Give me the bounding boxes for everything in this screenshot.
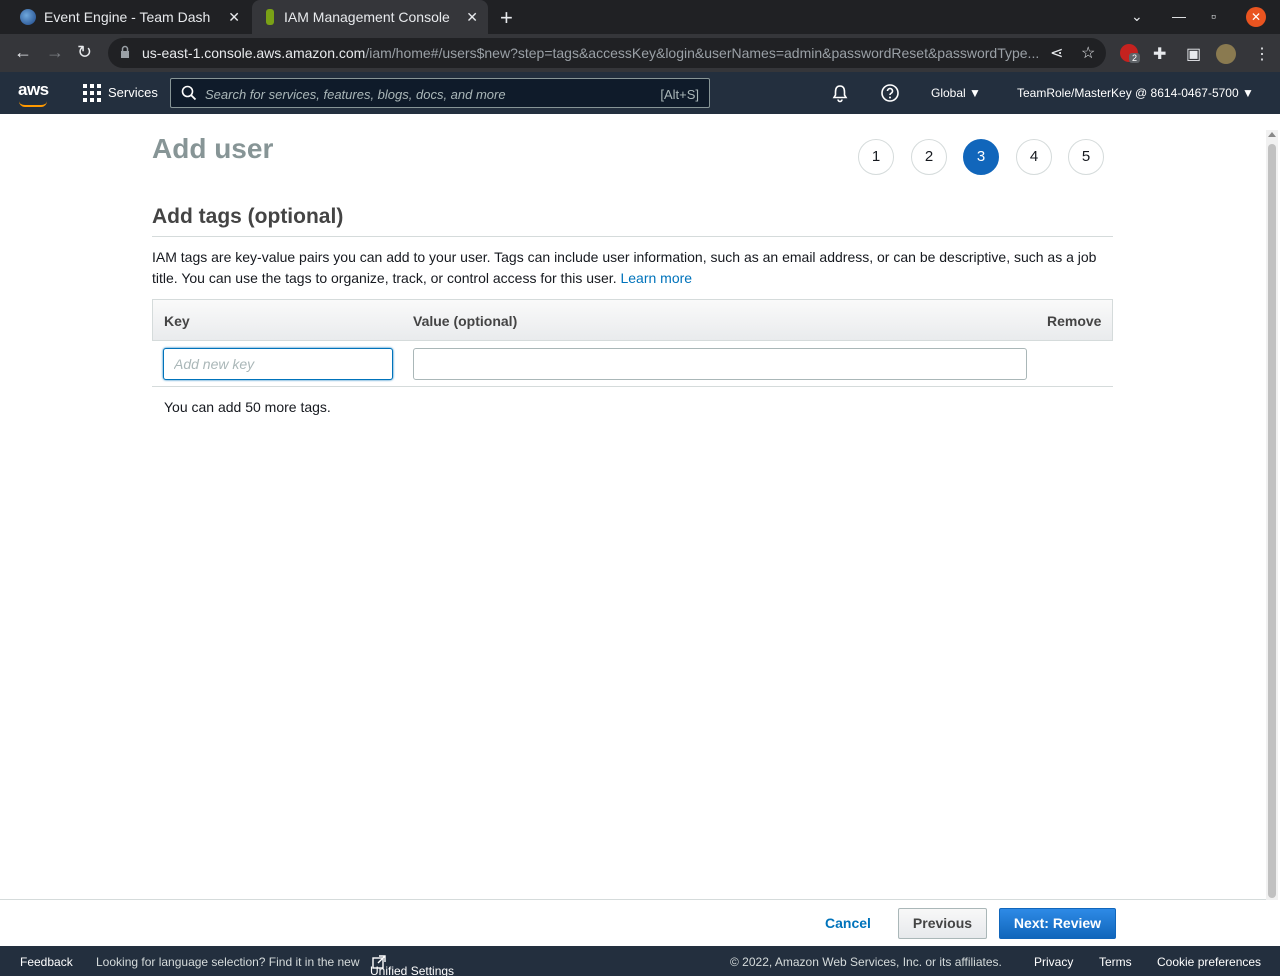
console-footer: Feedback Looking for language selection?… [0, 946, 1280, 976]
page-scrollbar[interactable] [1266, 130, 1278, 900]
browser-toolbar: ← → ↻ us-east-1.console.aws.amazon.com/i… [0, 34, 1280, 72]
unified-settings-label: Unified Settings [370, 964, 455, 976]
browser-tab-strip: Event Engine - Team Dash ✕ IAM Managemen… [0, 0, 1280, 34]
new-tab-icon[interactable]: + [500, 5, 513, 31]
aws-logo-smile [19, 101, 47, 107]
region-selector[interactable]: Global ▼ [931, 86, 981, 100]
extension-badge: 2 [1129, 53, 1141, 63]
unified-settings-link[interactable]: Unified Settings [370, 955, 454, 976]
step-1[interactable]: 1 [858, 139, 894, 175]
table-row [152, 341, 1113, 387]
iam-favicon-icon [266, 9, 274, 25]
close-tab-icon[interactable]: ✕ [466, 9, 478, 26]
tags-description: IAM tags are key-value pairs you can add… [152, 247, 1112, 289]
lock-icon [121, 45, 129, 58]
url-text: us-east-1.console.aws.amazon.com/iam/hom… [142, 45, 1042, 61]
section-title: Add tags (optional) [152, 205, 344, 228]
back-icon[interactable]: ← [14, 42, 32, 63]
tab-title: Event Engine - Team Dash [44, 9, 211, 25]
tab-event-engine[interactable]: Event Engine - Team Dash ✕ [12, 0, 250, 34]
step-5[interactable]: 5 [1068, 139, 1104, 175]
previous-button[interactable]: Previous [898, 908, 987, 939]
services-menu[interactable]: Services [108, 85, 158, 100]
tags-table: Key Value (optional) Remove [152, 299, 1113, 387]
minimize-icon[interactable]: — [1172, 8, 1186, 24]
next-review-button[interactable]: Next: Review [999, 908, 1116, 939]
wizard-action-bar: Cancel Previous Next: Review [0, 899, 1266, 946]
bell-icon[interactable] [830, 83, 850, 103]
url-host: us-east-1.console.aws.amazon.com [142, 45, 366, 61]
page-title: Add user [152, 133, 274, 164]
scroll-up-icon[interactable] [1268, 132, 1276, 137]
cancel-button[interactable]: Cancel [825, 915, 871, 931]
tag-value-input[interactable] [413, 348, 1027, 380]
menu-icon[interactable]: ⋮ [1254, 44, 1270, 64]
reload-icon[interactable]: ↻ [77, 42, 92, 63]
account-menu[interactable]: TeamRole/MasterKey @ 8614-0467-5700 ▼ [1017, 86, 1254, 100]
cookie-preferences-link[interactable]: Cookie preferences [1157, 955, 1261, 969]
search-shortcut: [Alt+S] [660, 87, 699, 102]
aws-nav-bar: aws Services Search for services, featur… [0, 72, 1280, 114]
feedback-link[interactable]: Feedback [20, 955, 73, 969]
tab-iam-console[interactable]: IAM Management Console ✕ [252, 0, 488, 34]
column-header-value: Value (optional) [413, 313, 518, 329]
scrollbar-thumb[interactable] [1268, 144, 1276, 898]
aws-logo[interactable]: aws [18, 80, 49, 100]
step-2[interactable]: 2 [911, 139, 947, 175]
column-header-remove: Remove [1047, 313, 1102, 329]
address-bar[interactable]: us-east-1.console.aws.amazon.com/iam/hom… [108, 38, 1106, 68]
search-icon [181, 85, 197, 101]
share-icon[interactable]: ⋖ [1050, 43, 1063, 63]
learn-more-link[interactable]: Learn more [620, 270, 692, 286]
step-4[interactable]: 4 [1016, 139, 1052, 175]
sidepanel-icon[interactable]: ▣ [1186, 44, 1201, 64]
star-icon[interactable]: ☆ [1081, 43, 1095, 63]
forward-icon[interactable]: → [46, 42, 64, 63]
adblock-extension-icon[interactable]: 2 [1120, 44, 1141, 64]
section-divider [152, 236, 1113, 237]
terms-link[interactable]: Terms [1099, 955, 1132, 969]
close-tab-icon[interactable]: ✕ [228, 9, 240, 26]
step-3-current[interactable]: 3 [963, 139, 999, 175]
window-close-icon[interactable]: ✕ [1246, 7, 1266, 27]
tag-key-input[interactable] [163, 348, 393, 380]
search-placeholder: Search for services, features, blogs, do… [205, 87, 506, 102]
privacy-link[interactable]: Privacy [1034, 955, 1073, 969]
search-input[interactable]: Search for services, features, blogs, do… [170, 78, 710, 108]
globe-favicon-icon [20, 9, 36, 25]
remaining-tags-hint: You can add 50 more tags. [164, 399, 331, 415]
tab-search-icon[interactable]: ⌄ [1131, 8, 1143, 25]
copyright: © 2022, Amazon Web Services, Inc. or its… [730, 955, 1002, 969]
tab-title: IAM Management Console [284, 9, 450, 25]
column-header-key: Key [164, 313, 190, 329]
tags-table-header: Key Value (optional) Remove [152, 299, 1113, 341]
puzzle-icon[interactable]: ✚ [1153, 44, 1166, 64]
maximize-icon[interactable]: ▫ [1211, 8, 1216, 24]
url-path: /iam/home#/users$new?step=tags&accessKey… [365, 45, 1040, 61]
profile-avatar[interactable] [1216, 44, 1236, 64]
language-note: Looking for language selection? Find it … [96, 955, 360, 969]
help-icon[interactable] [880, 83, 900, 103]
services-grid-icon[interactable] [83, 84, 101, 102]
